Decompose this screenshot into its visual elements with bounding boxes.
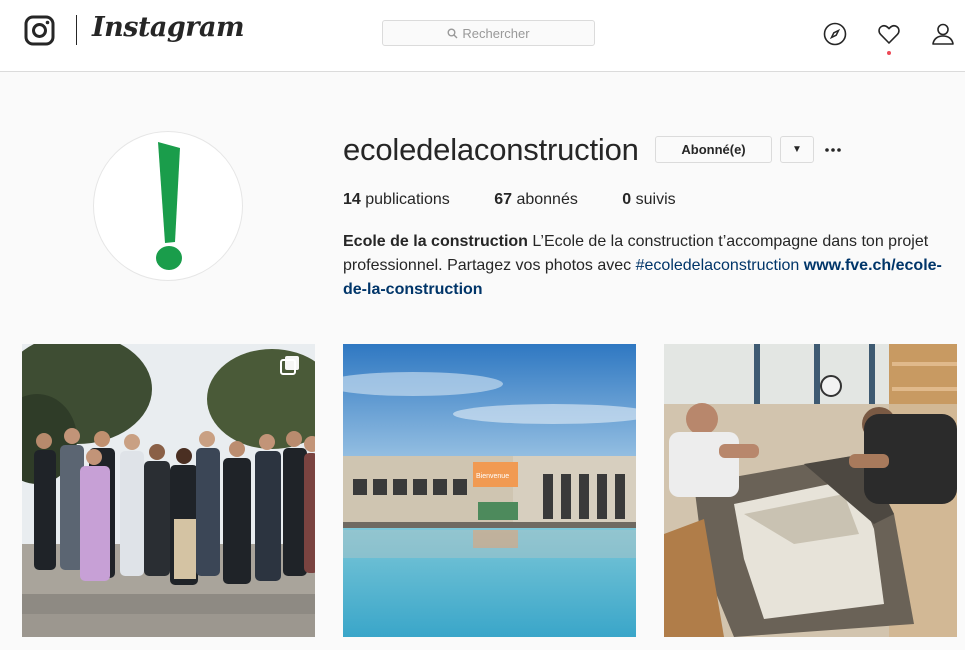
profile-username: ecoledelaconstruction xyxy=(343,132,639,167)
following-button[interactable]: Abonné(e) xyxy=(655,136,772,163)
logo-divider xyxy=(76,15,77,45)
instagram-wordmark[interactable]: Instagram xyxy=(92,12,245,43)
heart-icon[interactable] xyxy=(877,22,901,46)
following-count: 0 xyxy=(622,191,632,208)
search-placeholder: Rechercher xyxy=(462,26,530,41)
profile-bio: Ecole de la construction L’Ecole de la c… xyxy=(343,230,943,302)
search-icon xyxy=(447,28,458,39)
top-nav-bar: Instagram Rechercher xyxy=(0,0,965,72)
sign-welcome-text: Bienvenue xyxy=(476,473,509,480)
caret-down-icon: ▼ xyxy=(792,144,802,155)
profile-icon[interactable] xyxy=(931,22,955,46)
wall-clock-icon xyxy=(820,375,842,397)
exclamation-logo-icon xyxy=(156,142,182,270)
notification-dot xyxy=(887,51,891,55)
posts-label: publications xyxy=(365,191,450,208)
post-thumbnail-1[interactable] xyxy=(22,344,315,637)
posts-stat: 14 publications xyxy=(343,191,450,209)
compass-icon[interactable] xyxy=(823,22,847,46)
post-thumbnail-2[interactable]: Bienvenue xyxy=(343,344,636,637)
following-stat[interactable]: 0 suivis xyxy=(622,191,675,209)
post-image-group-photo xyxy=(22,344,315,637)
profile-avatar[interactable] xyxy=(93,131,243,281)
suggestions-dropdown-button[interactable]: ▼ xyxy=(780,136,814,163)
bio-hashtag-link[interactable]: #ecoledelaconstruction xyxy=(636,257,800,274)
bio-full-name: Ecole de la construction xyxy=(343,233,528,250)
instagram-logo-icon[interactable] xyxy=(24,15,55,46)
multiple-photos-icon xyxy=(280,356,299,375)
post-thumbnail-3[interactable] xyxy=(664,344,957,637)
followers-stat[interactable]: 67 abonnés xyxy=(494,191,578,209)
following-label: suivis xyxy=(635,191,676,208)
followers-count: 67 xyxy=(494,191,512,208)
more-options-icon[interactable] xyxy=(822,136,844,163)
post-image-workshop xyxy=(664,344,957,637)
search-input[interactable]: Rechercher xyxy=(382,20,595,46)
posts-count: 14 xyxy=(343,191,361,208)
followers-label: abonnés xyxy=(516,191,578,208)
profile-stats: 14 publications 67 abonnés 0 suivis xyxy=(343,191,716,209)
post-image-building-pool: Bienvenue xyxy=(343,344,636,637)
